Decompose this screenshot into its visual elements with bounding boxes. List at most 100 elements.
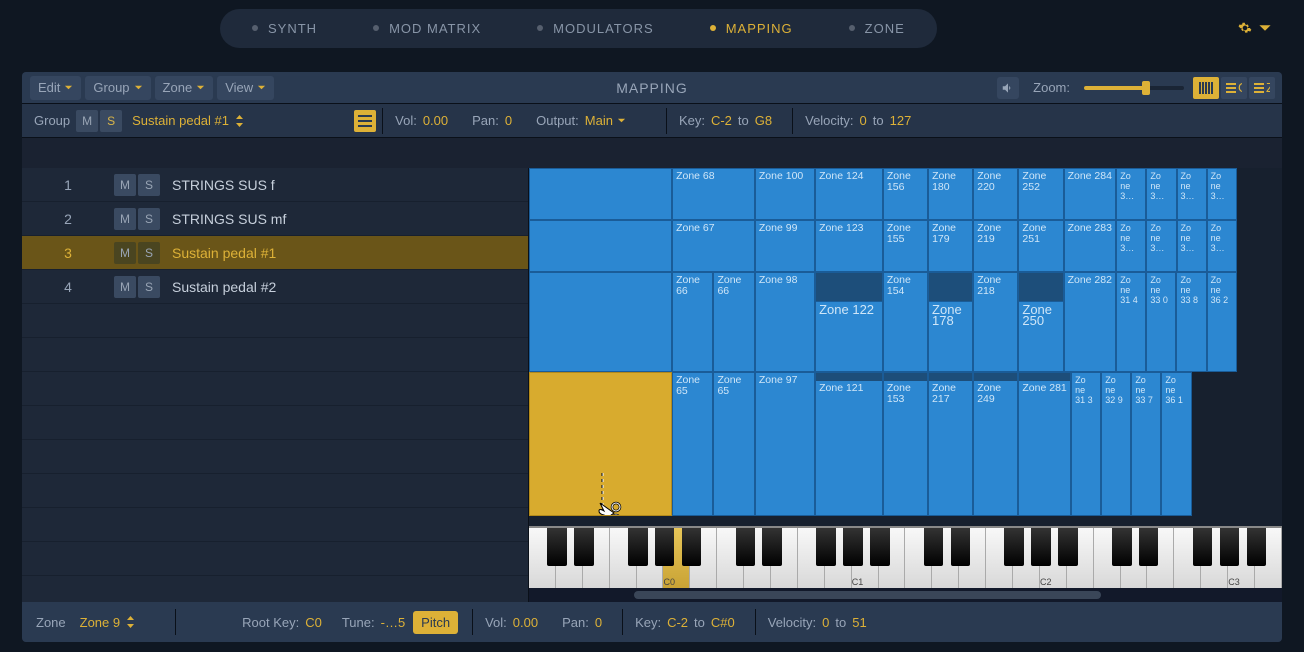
list-row[interactable]: 4 MS Sustain pedal #2: [22, 270, 528, 304]
zone[interactable]: Zo ne 3…: [1146, 220, 1176, 272]
white-key[interactable]: [1174, 528, 1201, 588]
audition-button[interactable]: [997, 77, 1019, 99]
zone[interactable]: Zo ne 3…: [1116, 168, 1146, 220]
zone[interactable]: Zone 219: [973, 220, 1018, 272]
group-name-select[interactable]: Sustain pedal #1: [124, 113, 354, 129]
white-key[interactable]: [690, 528, 717, 588]
zone[interactable]: Zone 99: [755, 220, 815, 272]
white-key[interactable]: [986, 528, 1013, 588]
zone[interactable]: Zone 98: [755, 272, 815, 372]
zone[interactable]: Zo ne 31 4: [1116, 272, 1146, 372]
mute-button[interactable]: M: [114, 276, 136, 298]
white-key[interactable]: [1255, 528, 1282, 588]
zone[interactable]: Zone 153: [883, 372, 928, 516]
f-vel-high[interactable]: 51: [852, 615, 866, 630]
pan-value[interactable]: 0: [505, 113, 512, 128]
white-key[interactable]: [825, 528, 852, 588]
zone[interactable]: Zo ne 33 7: [1131, 372, 1161, 516]
zone-name[interactable]: Zone 9: [80, 615, 120, 630]
white-key[interactable]: [1067, 528, 1094, 588]
mute-button[interactable]: M: [114, 242, 136, 264]
white-key[interactable]: [529, 528, 556, 588]
list-row[interactable]: 1 MS STRINGS SUS f: [22, 168, 528, 202]
tab-synth[interactable]: SYNTH: [224, 13, 345, 44]
zone[interactable]: Zone 122: [815, 272, 883, 372]
zone[interactable]: Zone 179: [928, 220, 973, 272]
zone[interactable]: Zone 220: [973, 168, 1018, 220]
output-value[interactable]: Main: [585, 113, 613, 128]
zone[interactable]: Zo ne 3…: [1146, 168, 1176, 220]
zone[interactable]: Zo ne 36 1: [1161, 372, 1191, 516]
zone[interactable]: Zo ne 36 2: [1207, 272, 1237, 372]
list-row[interactable]: 2 MS STRINGS SUS mf: [22, 202, 528, 236]
f-vel-low[interactable]: 0: [822, 615, 829, 630]
white-key[interactable]: [1013, 528, 1040, 588]
zone[interactable]: Zone 124: [815, 168, 883, 220]
key-low[interactable]: C-2: [711, 113, 732, 128]
mapping-area[interactable]: Zone 68Zone 100Zone 124Zone 156Zone 180Z…: [528, 168, 1282, 602]
tune-value[interactable]: -…5: [381, 615, 406, 630]
white-key[interactable]: [583, 528, 610, 588]
zone[interactable]: Zone 65: [713, 372, 754, 516]
zone[interactable]: Zone 249: [973, 372, 1018, 516]
white-key[interactable]: [932, 528, 959, 588]
zone[interactable]: Zone 155: [883, 220, 928, 272]
key-high[interactable]: G8: [755, 113, 772, 128]
zone[interactable]: Zone 66: [672, 272, 713, 372]
zone[interactable]: Zone 251: [1018, 220, 1063, 272]
zone[interactable]: Zone 123: [815, 220, 883, 272]
zone[interactable]: Zone 218: [973, 272, 1018, 372]
zone[interactable]: [529, 220, 672, 272]
white-key[interactable]: [1094, 528, 1121, 588]
group-mute[interactable]: M: [76, 110, 98, 132]
zone[interactable]: [529, 272, 672, 372]
white-key[interactable]: [905, 528, 932, 588]
tab-modmatrix[interactable]: MOD MATRIX: [345, 13, 509, 44]
white-key[interactable]: [556, 528, 583, 588]
zone[interactable]: Zone 283: [1064, 220, 1117, 272]
mute-button[interactable]: M: [114, 174, 136, 196]
vol-value[interactable]: 0.00: [423, 113, 448, 128]
solo-button[interactable]: S: [138, 242, 160, 264]
pitch-button[interactable]: Pitch: [413, 611, 458, 634]
mute-button[interactable]: M: [114, 208, 136, 230]
zone-menu[interactable]: Zone: [155, 76, 214, 100]
white-key[interactable]: [744, 528, 771, 588]
f-key-low[interactable]: C-2: [667, 615, 688, 630]
zone[interactable]: Zo ne 33 0: [1146, 272, 1176, 372]
zone[interactable]: Zone 121: [815, 372, 883, 516]
solo-button[interactable]: S: [138, 276, 160, 298]
zone[interactable]: [529, 372, 672, 516]
zoom-slider[interactable]: [1084, 86, 1184, 90]
tab-modulators[interactable]: MODULATORS: [509, 13, 682, 44]
zone[interactable]: Zone 154: [883, 272, 928, 372]
tab-mapping[interactable]: MAPPING: [682, 13, 821, 44]
zone[interactable]: Zo ne 32 9: [1101, 372, 1131, 516]
view-mode-group[interactable]: G: [1221, 77, 1247, 99]
solo-button[interactable]: S: [138, 174, 160, 196]
white-key[interactable]: [798, 528, 825, 588]
zone[interactable]: Zone 65: [672, 372, 713, 516]
white-key[interactable]: [959, 528, 986, 588]
zone[interactable]: Zo ne 33 8: [1176, 272, 1206, 372]
white-key[interactable]: [1121, 528, 1148, 588]
white-key[interactable]: [637, 528, 664, 588]
zone[interactable]: Zo ne 3…: [1177, 220, 1207, 272]
tab-zone[interactable]: ZONE: [821, 13, 933, 44]
zone[interactable]: Zone 180: [928, 168, 973, 220]
white-key[interactable]: [610, 528, 637, 588]
piano-keyboard[interactable]: C0C1C2C3: [529, 526, 1282, 588]
white-key[interactable]: [771, 528, 798, 588]
zone[interactable]: Zo ne 3…: [1177, 168, 1207, 220]
white-key[interactable]: [879, 528, 906, 588]
zone[interactable]: Zone 281: [1018, 372, 1071, 516]
rootkey-value[interactable]: C0: [305, 615, 322, 630]
zone[interactable]: Zone 250: [1018, 272, 1063, 372]
white-key[interactable]: [1147, 528, 1174, 588]
view-mode-keyboard[interactable]: [1193, 77, 1219, 99]
f-key-high[interactable]: C#0: [711, 615, 735, 630]
white-key[interactable]: [717, 528, 744, 588]
zone[interactable]: [529, 168, 672, 220]
zone[interactable]: Zone 100: [755, 168, 815, 220]
vel-high[interactable]: 127: [890, 113, 912, 128]
